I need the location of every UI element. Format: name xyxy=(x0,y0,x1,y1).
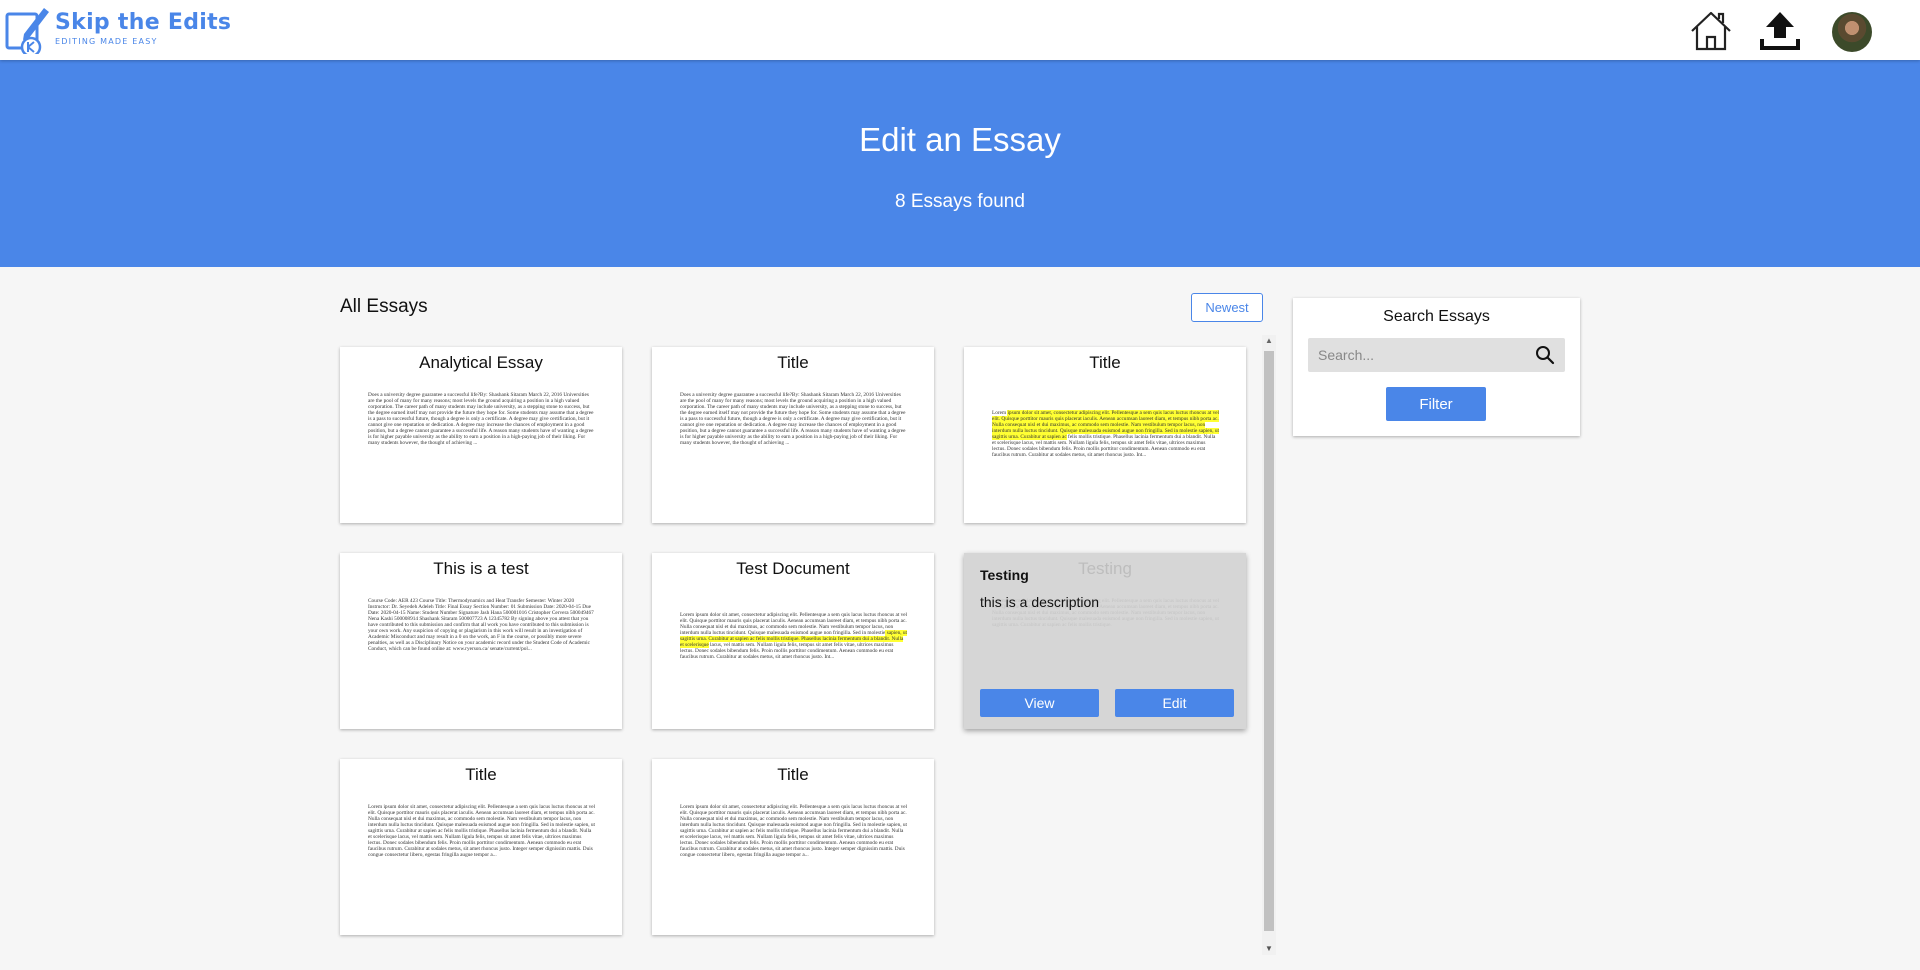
essay-preview: Does a university degree guarantee a suc… xyxy=(368,392,594,446)
essay-title: Title xyxy=(777,353,809,372)
essay-title: Title xyxy=(1089,353,1121,372)
essay-card[interactable]: Title Lorem ipsum dolor sit amet, consec… xyxy=(340,759,622,935)
essay-card[interactable]: Title Does a university degree guarantee… xyxy=(652,347,934,523)
essay-preview: Course Code: AER 423 Course Title: Therm… xyxy=(368,598,594,652)
essay-count: 8 Essays found xyxy=(895,191,1025,212)
preview-text: lacus, vel mattis sem. Nullam ligula fel… xyxy=(680,642,894,660)
brand-tagline: EDITING MADE EASY xyxy=(55,37,158,46)
essay-preview: Lorem ipsum dolor sit amet, consectetur … xyxy=(680,804,908,858)
logo-icon[interactable] xyxy=(4,4,50,58)
essay-preview: Lorem ipsum dolor sit amet, consectetur … xyxy=(680,612,908,660)
page-title: Edit an Essay xyxy=(859,121,1061,158)
essay-card[interactable]: Title Lorem ipsum dolor sit amet, consec… xyxy=(964,347,1246,523)
essay-title: Analytical Essay xyxy=(419,353,543,372)
essay-preview: Lorem ipsum dolor sit amet, consectetur … xyxy=(368,804,596,858)
essay-grid: Analytical Essay Does a university degre… xyxy=(340,347,1246,947)
hover-essay-description: this is a description xyxy=(980,594,1100,610)
top-navbar: Skip the Edits EDITING MADE EASY xyxy=(0,0,1920,60)
scroll-up-arrow-icon[interactable]: ▲ xyxy=(1262,335,1276,347)
sort-newest-button[interactable]: Newest xyxy=(1191,293,1263,322)
essay-card[interactable]: Analytical Essay Does a university degre… xyxy=(340,347,622,523)
section-heading: All Essays xyxy=(340,296,428,317)
filter-button[interactable]: Filter xyxy=(1386,387,1486,421)
search-icon[interactable] xyxy=(1535,345,1555,365)
essay-title: Title xyxy=(465,765,497,784)
upload-icon[interactable] xyxy=(1758,10,1802,52)
search-panel-title: Search Essays xyxy=(1383,308,1490,325)
view-button[interactable]: View xyxy=(980,689,1099,717)
essay-card[interactable]: Title Lorem ipsum dolor sit amet, consec… xyxy=(652,759,934,935)
essay-preview: Lorem ipsum dolor sit amet, consectetur … xyxy=(992,410,1220,458)
essay-card[interactable]: This is a test Course Code: AER 423 Cour… xyxy=(340,553,622,729)
essay-title: Test Document xyxy=(736,559,850,578)
search-panel: Search Essays Filter xyxy=(1293,298,1580,436)
hover-essay-title: Testing xyxy=(980,567,1029,583)
essay-card-hovered[interactable]: Testing Lorem ipsum dolor sit amet, cons… xyxy=(964,553,1246,729)
hero-banner: Edit an Essay 8 Essays found xyxy=(0,60,1920,267)
essay-preview: Does a university degree guarantee a suc… xyxy=(680,392,906,446)
scroll-down-arrow-icon[interactable]: ▼ xyxy=(1262,943,1276,955)
essay-title: This is a test xyxy=(433,559,529,578)
user-avatar[interactable] xyxy=(1832,12,1872,52)
search-input[interactable] xyxy=(1308,338,1528,372)
essay-title: Title xyxy=(777,765,809,784)
home-icon[interactable] xyxy=(1689,10,1733,52)
brand-name: Skip the Edits xyxy=(55,10,232,35)
scrollbar[interactable]: ▲ ▼ xyxy=(1262,335,1276,955)
edit-button[interactable]: Edit xyxy=(1115,689,1234,717)
brand[interactable]: Skip the Edits EDITING MADE EASY xyxy=(55,10,231,46)
search-box xyxy=(1308,338,1565,372)
scrollbar-thumb[interactable] xyxy=(1264,351,1274,931)
preview-text: Lorem ipsum dolor sit amet, consectetur … xyxy=(680,612,908,636)
essay-card[interactable]: Test Document Lorem ipsum dolor sit amet… xyxy=(652,553,934,729)
